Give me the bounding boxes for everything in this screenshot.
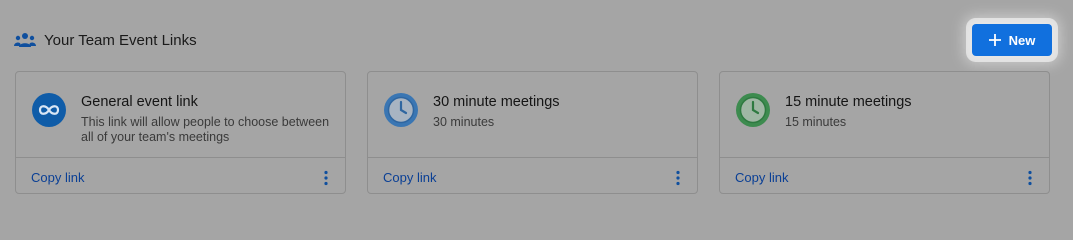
card-body[interactable]: 30 minute meetings 30 minutes — [368, 72, 697, 157]
card-title: 30 minute meetings — [433, 94, 560, 110]
card-description: 15 minutes — [785, 115, 847, 129]
card-divider — [720, 157, 1049, 158]
event-link-card-general[interactable]: General event link This link will allow … — [15, 71, 346, 194]
clock-icon — [384, 93, 418, 127]
card-body[interactable]: 15 minute meetings 15 minutes — [720, 72, 1049, 157]
card-description: 30 minutes — [433, 115, 495, 129]
plus-icon — [988, 34, 1001, 46]
new-button-label: New — [1008, 32, 1036, 48]
new-event-link-button[interactable]: New — [972, 24, 1052, 56]
section-title: Your Team Event Links — [44, 31, 197, 49]
event-link-card-15min[interactable]: 15 minute meetings 15 minutes Copy link — [719, 71, 1050, 194]
copy-link-button[interactable]: Copy link — [383, 170, 436, 185]
card-body[interactable]: General event link This link will allow … — [16, 72, 345, 157]
team-icon — [14, 33, 36, 47]
infinity-icon — [32, 93, 66, 127]
more-options-icon[interactable] — [675, 170, 681, 186]
section-header: Your Team Event Links — [14, 30, 197, 50]
more-options-icon[interactable] — [1027, 170, 1033, 186]
copy-link-button[interactable]: Copy link — [735, 170, 788, 185]
card-title: General event link — [81, 94, 198, 110]
card-divider — [368, 157, 697, 158]
copy-link-button[interactable]: Copy link — [31, 170, 84, 185]
card-divider — [16, 157, 345, 158]
card-title: 15 minute meetings — [785, 94, 912, 110]
event-link-card-30min[interactable]: 30 minute meetings 30 minutes Copy link — [367, 71, 698, 194]
card-description: This link will allow people to choose be… — [81, 115, 330, 144]
more-options-icon[interactable] — [323, 170, 329, 186]
clock-icon — [736, 93, 770, 127]
